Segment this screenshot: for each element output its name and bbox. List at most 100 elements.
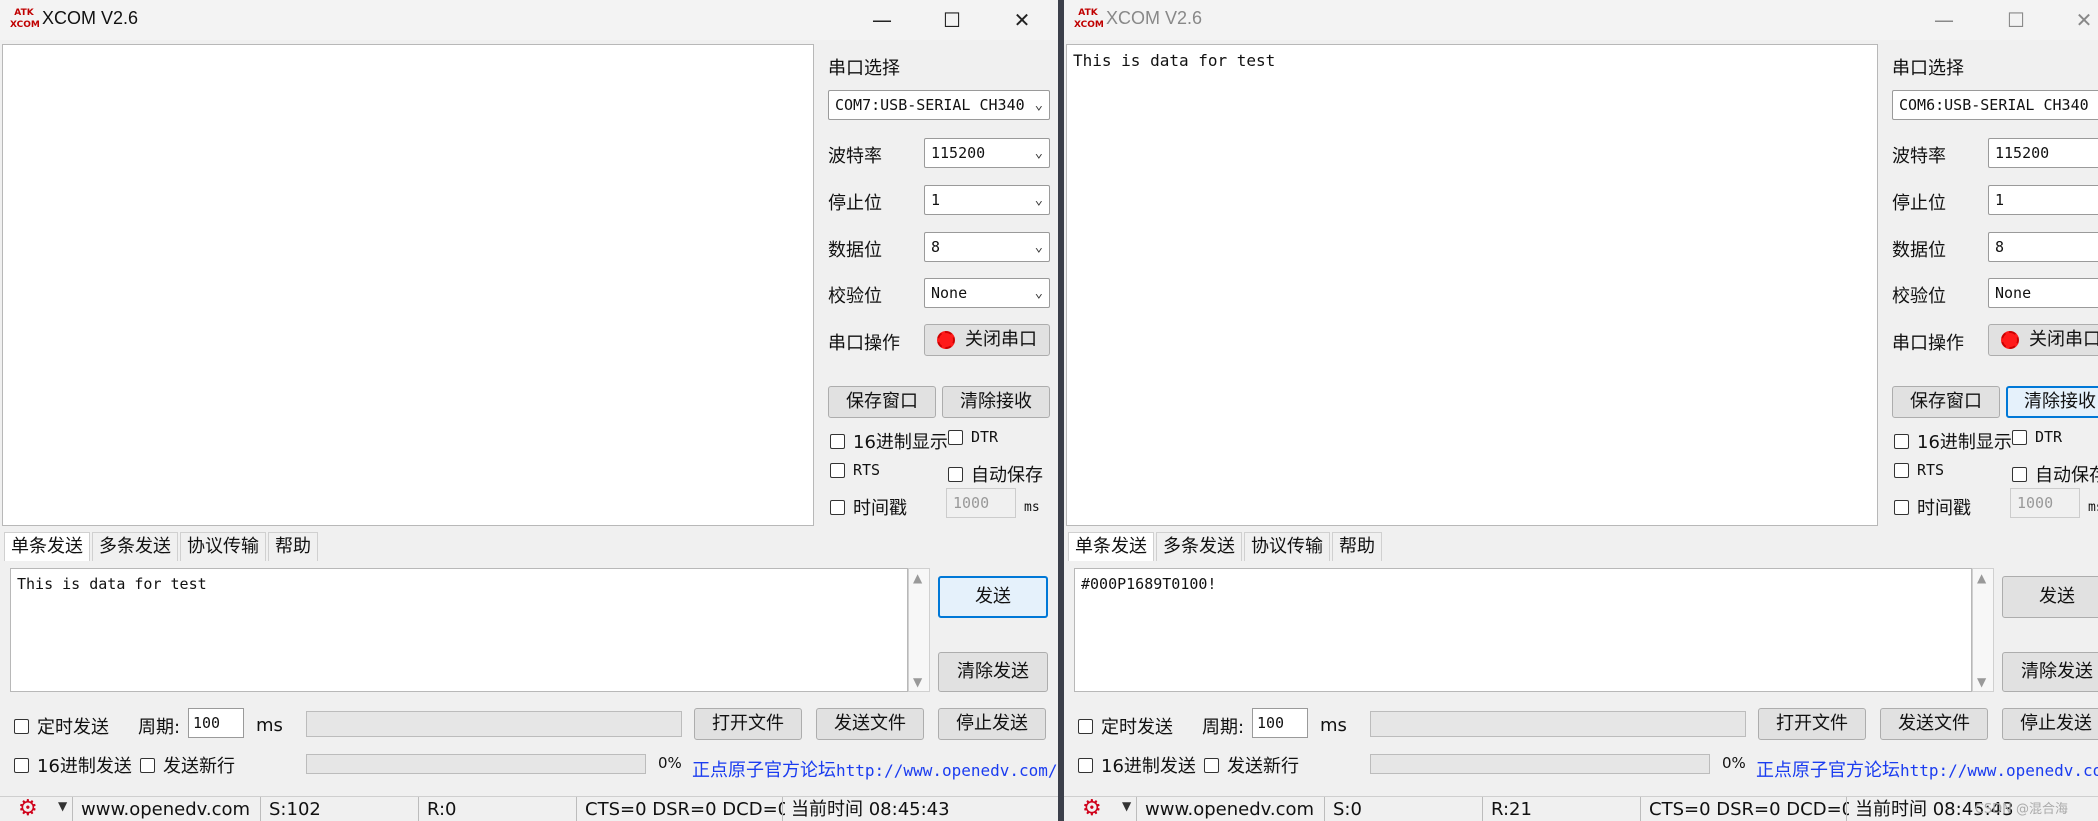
minimize-icon[interactable]: — [1924,4,1964,36]
baud-select[interactable]: 115200⌄ [924,138,1050,168]
caret-down-icon[interactable]: ▼ [58,799,67,813]
receive-area[interactable] [2,44,814,526]
save-window-button[interactable]: 保存窗口 [828,386,936,418]
scroll-down-icon[interactable]: ▼ [1977,675,1986,689]
clear-receive-button[interactable]: 清除接收 [2006,386,2098,418]
status-lamp-icon [2001,331,2019,349]
send-tabs: 单条发送 多条发送 协议传输 帮助 [1068,532,1384,562]
tab-help[interactable]: 帮助 [268,532,318,561]
title-bar[interactable]: ATK XCOM XCOM V2.6 — ☐ ✕ [0,0,1060,40]
stop-send-button[interactable]: 停止发送 [2002,708,2098,740]
clear-receive-button[interactable]: 清除接收 [942,386,1050,418]
maximize-icon[interactable]: ☐ [932,4,972,36]
dtr-checkbox[interactable]: DTR [948,428,998,446]
baud-select[interactable]: 115200⌄ [1988,138,2098,168]
tab-protocol[interactable]: 协议传输 [1244,532,1330,561]
send-newline-checkbox[interactable]: 发送新行 [1204,752,1299,778]
send-file-button[interactable]: 发送文件 [1880,708,1988,740]
stop-bits-select[interactable]: 1⌄ [924,185,1050,215]
status-lamp-icon [937,331,955,349]
serial-op-label: 串口操作 [1892,333,1964,354]
receive-area[interactable]: This is data for test [1066,44,1878,526]
chevron-down-icon: ⌄ [1034,97,1043,113]
auto-save-checkbox[interactable]: 自动保存 [2012,461,2098,487]
send-input[interactable]: This is data for test [10,568,908,692]
tab-multi-send[interactable]: 多条发送 [1156,532,1242,561]
auto-save-checkbox[interactable]: 自动保存 [948,461,1043,487]
minimize-icon[interactable]: — [862,4,902,36]
send-scrollbar[interactable]: ▲ ▼ [908,568,930,692]
send-tabs: 单条发送 多条发送 协议传输 帮助 [4,532,320,562]
port-select-label: 串口选择 [828,58,900,79]
status-site[interactable]: www.openedv.com [72,797,261,821]
parity-select[interactable]: None⌄ [924,278,1050,308]
send-newline-checkbox[interactable]: 发送新行 [140,752,235,778]
send-input[interactable]: #000P1689T0100! [1074,568,1972,692]
close-icon[interactable]: ✕ [1002,4,1042,36]
hex-send-checkbox[interactable]: 16进制发送 [14,752,132,778]
stop-send-button[interactable]: 停止发送 [938,708,1046,740]
clear-send-button[interactable]: 清除发送 [2002,652,2098,692]
close-icon[interactable]: ✕ [2064,4,2098,36]
tab-multi-send[interactable]: 多条发送 [92,532,178,561]
timestamp-checkbox[interactable]: 时间戳 [830,494,907,520]
xcom-window-com7: ATK XCOM XCOM V2.6 — ☐ ✕ 串口选择 COM7:USB-SE… [0,0,1060,821]
parity-label: 校验位 [828,286,882,307]
save-window-button[interactable]: 保存窗口 [1892,386,2000,418]
tab-single-send[interactable]: 单条发送 [1068,532,1154,561]
status-sent-count: S:0 [1324,797,1483,821]
port-select[interactable]: COM6:USB-SERIAL CH340⌄ [1892,90,2098,120]
serial-op-label: 串口操作 [828,333,900,354]
stop-bits-select[interactable]: 1⌄ [1988,185,2098,215]
send-button[interactable]: 发送 [938,576,1048,618]
title-bar[interactable]: ATK XCOM XCOM V2.6 — ☐ ✕ [1064,0,2098,40]
status-recv-count: R:21 [1482,797,1641,821]
forum-link[interactable]: 正点原子官方论坛http://www.openedv.com/ [1756,756,2098,782]
file-progress-bar [1370,711,1746,737]
maximize-icon[interactable]: ☐ [1996,4,2036,36]
status-site[interactable]: www.openedv.com [1136,797,1325,821]
timestamp-checkbox[interactable]: 时间戳 [1894,494,1971,520]
send-progress-bar [306,754,646,774]
port-select[interactable]: COM7:USB-SERIAL CH340 ⌄ [828,90,1050,120]
scroll-up-icon[interactable]: ▲ [1977,571,1986,585]
clear-send-button[interactable]: 清除发送 [938,652,1048,692]
gear-icon[interactable]: ⚙ [18,798,38,820]
send-button[interactable]: 发送 [2002,576,2098,618]
hex-display-checkbox[interactable]: 16进制显示 [1894,428,2012,454]
timestamp-interval-input[interactable]: 1000 [2010,488,2080,518]
forum-link[interactable]: 正点原子官方论坛http://www.openedv.com/ [692,756,1058,782]
tab-protocol[interactable]: 协议传输 [180,532,266,561]
close-port-button[interactable]: 关闭串口 [924,324,1050,356]
period-input[interactable]: 100 [188,708,244,738]
send-file-button[interactable]: 发送文件 [816,708,924,740]
tab-single-send[interactable]: 单条发送 [4,532,90,561]
data-bits-select[interactable]: 8⌄ [924,232,1050,262]
timestamp-interval-input[interactable]: 1000 [946,488,1016,518]
parity-select[interactable]: None⌄ [1988,278,2098,308]
timed-send-checkbox[interactable]: 定时发送 [1078,713,1173,739]
send-scrollbar[interactable]: ▲ ▼ [1972,568,1994,692]
data-bits-select[interactable]: 8⌄ [1988,232,2098,262]
hex-send-checkbox[interactable]: 16进制发送 [1078,752,1196,778]
tab-help[interactable]: 帮助 [1332,532,1382,561]
open-file-button[interactable]: 打开文件 [1758,708,1866,740]
stop-bits-label: 停止位 [828,193,882,214]
parity-label: 校验位 [1892,286,1946,307]
gear-icon[interactable]: ⚙ [1082,798,1102,820]
window-title: XCOM V2.6 [42,8,139,28]
close-port-button[interactable]: 关闭串口 [1988,324,2098,356]
hex-display-checkbox[interactable]: 16进制显示 [830,428,948,454]
dtr-checkbox[interactable]: DTR [2012,428,2062,446]
rts-checkbox[interactable]: RTS [1894,461,1944,479]
open-file-button[interactable]: 打开文件 [694,708,802,740]
period-input[interactable]: 100 [1252,708,1308,738]
period-unit: ms [256,715,283,736]
rts-checkbox[interactable]: RTS [830,461,880,479]
scroll-up-icon[interactable]: ▲ [913,571,922,585]
scroll-down-icon[interactable]: ▼ [913,675,922,689]
caret-down-icon[interactable]: ▼ [1122,799,1131,813]
timed-send-checkbox[interactable]: 定时发送 [14,713,109,739]
status-bar: ⚙ ▼ www.openedv.com S:0 R:21 CTS=0 DSR=0… [1064,796,2098,821]
window-title: XCOM V2.6 [1106,8,1203,28]
